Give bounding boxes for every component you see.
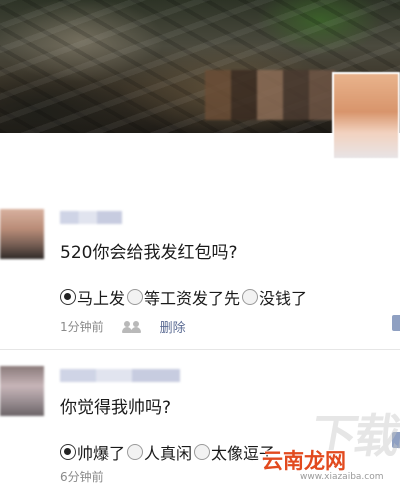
divider — [0, 349, 400, 350]
post-meta: 1分钟前 删除 — [60, 317, 186, 336]
poll-options: 马上发 等工资发了先 没钱了 — [60, 285, 309, 309]
radio-option-1[interactable] — [60, 444, 76, 460]
post-message: 520你会给我发红包吗? — [60, 243, 238, 263]
avatar[interactable] — [0, 366, 44, 416]
option-label[interactable]: 帅爆了 — [77, 440, 125, 464]
radio-option-3[interactable] — [194, 444, 211, 460]
radio-option-3[interactable] — [242, 289, 259, 305]
mosaic-blur — [205, 70, 335, 120]
avatar[interactable] — [0, 209, 44, 259]
delete-link[interactable]: 删除 — [160, 317, 186, 336]
profile-avatar[interactable] — [332, 72, 400, 160]
option-label[interactable]: 人真闲 — [144, 440, 192, 464]
watermark-url: www.xiazaiba.com — [300, 472, 384, 482]
timestamp: 6分钟前 — [60, 470, 104, 484]
radio-option-2[interactable] — [127, 444, 144, 460]
post-message: 你觉得我帅吗? — [60, 398, 172, 418]
option-label[interactable]: 马上发 — [77, 285, 125, 309]
option-label[interactable]: 没钱了 — [259, 285, 307, 309]
username-blurred[interactable] — [60, 369, 180, 382]
radio-option-1[interactable] — [60, 289, 76, 305]
watermark-brand: 云南龙网 — [262, 449, 346, 473]
visibility-people-icon — [121, 320, 142, 333]
feed-post: 520你会给我发红包吗? 马上发 等工资发了先 没钱了 1分钟前 删除 — [0, 200, 400, 348]
option-label[interactable]: 等工资发了先 — [144, 285, 240, 309]
comment-icon[interactable] — [392, 315, 400, 331]
username-blurred[interactable] — [60, 211, 122, 224]
timestamp: 1分钟前 — [60, 320, 104, 334]
radio-option-2[interactable] — [127, 289, 144, 305]
post-meta: 6分钟前 — [60, 468, 104, 485]
poll-options: 帅爆了 人真闲 太像逗子 — [60, 440, 277, 464]
